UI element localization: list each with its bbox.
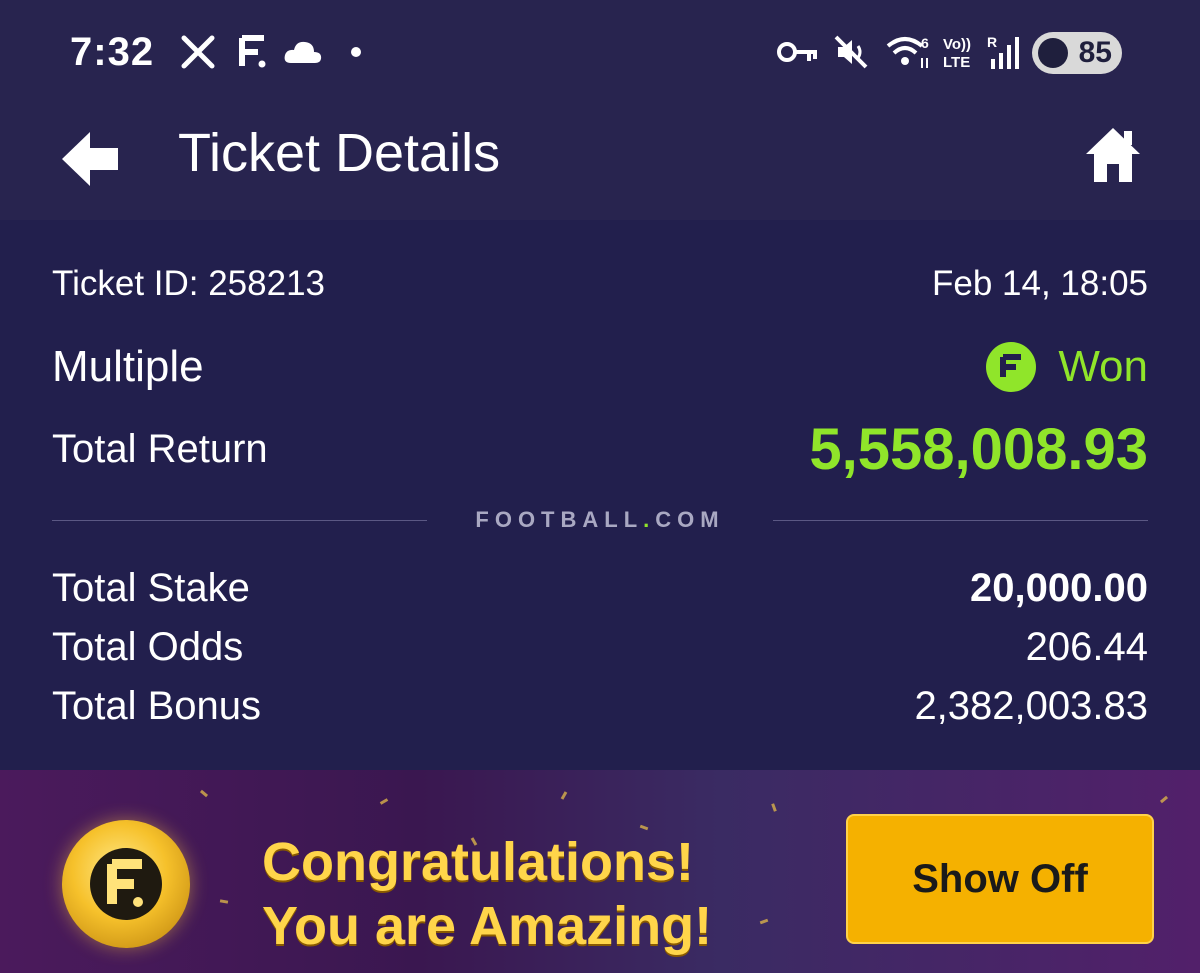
total-return-value: 5,558,008.93 (809, 417, 1148, 482)
brand-logo-icon (62, 820, 190, 948)
confetti (1159, 795, 1169, 804)
confetti (219, 899, 229, 904)
total-stake-row: Total Stake 20,000.00 (52, 566, 1148, 611)
mute-icon (832, 30, 872, 74)
promo-line-1: Congratulations! (262, 832, 694, 892)
app-header: Ticket Details (0, 108, 1200, 220)
ticket-id: Ticket ID: 258213 (52, 264, 326, 303)
back-arrow-icon (62, 132, 118, 186)
svg-text:6: 6 (921, 35, 929, 51)
congratulations-message: Congratulations! You are Amazing! (262, 830, 712, 958)
ticket-type-row: Multiple Won (52, 342, 1148, 392)
total-odds-value: 206.44 (1025, 625, 1148, 669)
svg-text:LTE: LTE (943, 54, 970, 71)
congratulations-banner: Congratulations! You are Amazing! Show O… (0, 770, 1200, 973)
divider-line-right (772, 519, 1148, 521)
brand-logo-text: FOOTBALL.COM (475, 507, 725, 532)
signal-icon: R (986, 30, 1026, 74)
total-odds-row: Total Odds 206.44 (52, 625, 1148, 670)
dot-icon (346, 30, 366, 74)
divider-line-left (52, 519, 428, 521)
svg-text:Vo)): Vo)) (943, 36, 971, 53)
ticket-summary: Ticket ID: 258213 Feb 14, 18:05 Multiple… (0, 220, 1200, 770)
total-return-row: Total Return 5,558,008.93 (52, 416, 1148, 483)
total-bonus-label: Total Bonus (52, 684, 262, 728)
promo-line-2: You are Amazing! (262, 896, 713, 956)
f-icon (236, 30, 270, 74)
home-button[interactable] (1080, 122, 1146, 188)
battery-saver-icon (1038, 38, 1068, 68)
page-title: Ticket Details (178, 123, 501, 183)
status-bar: 7:32 6 Vo)) LTE R 85 (0, 0, 1200, 108)
status-text: Won (1058, 342, 1148, 391)
ticket-meta-row: Ticket ID: 258213 Feb 14, 18:05 (52, 264, 1148, 304)
key-icon (776, 30, 820, 74)
confetti (759, 918, 769, 925)
ticket-date: Feb 14, 18:05 (932, 264, 1148, 303)
status-time: 7:32 (70, 30, 155, 74)
status-badge: Won (986, 342, 1148, 392)
cloud-icon (282, 30, 324, 74)
brand-divider: FOOTBALL.COM (52, 500, 1148, 540)
won-icon (986, 342, 1037, 392)
confetti (771, 803, 777, 812)
volte-icon: Vo)) LTE (940, 30, 980, 74)
bet-type: Multiple (52, 342, 204, 391)
total-return-label: Total Return (52, 427, 268, 471)
total-stake-label: Total Stake (52, 566, 250, 610)
show-off-button[interactable]: Show Off (846, 814, 1154, 944)
svg-text:R: R (987, 34, 997, 50)
x-icon (178, 30, 218, 74)
total-bonus-row: Total Bonus 2,382,003.83 (52, 684, 1148, 729)
total-bonus-value: 2,382,003.83 (914, 684, 1148, 728)
confetti (379, 798, 389, 805)
confetti (560, 791, 568, 800)
total-odds-label: Total Odds (52, 625, 244, 669)
battery-level: 85 (1078, 36, 1112, 69)
home-icon (1086, 128, 1140, 182)
confetti (199, 789, 209, 798)
battery-indicator: 85 (1032, 32, 1122, 74)
wifi-icon: 6 (884, 30, 932, 74)
total-stake-value: 20,000.00 (970, 566, 1148, 610)
back-button[interactable] (58, 126, 124, 192)
